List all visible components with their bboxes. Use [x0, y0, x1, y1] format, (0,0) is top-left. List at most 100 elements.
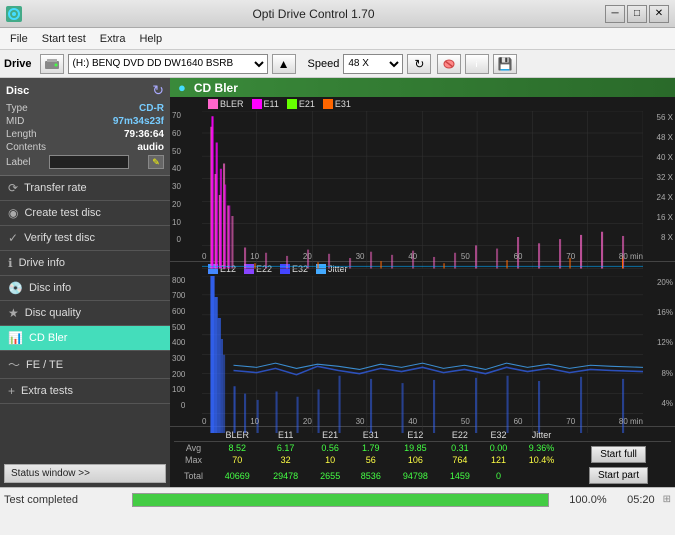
top-chart-svg — [202, 111, 643, 269]
y-top-70: 70 — [172, 111, 181, 120]
total-e12: 94798 — [391, 466, 439, 485]
progress-percentage: 100.0% — [557, 494, 607, 506]
save-button[interactable]: 💾 — [493, 54, 517, 74]
avg-e21: 0.56 — [310, 442, 351, 455]
sidebar-item-disc-quality-label: Disc quality — [25, 307, 81, 319]
status-window-button[interactable]: Status window >> — [4, 464, 166, 483]
sidebar-item-transfer-rate-label: Transfer rate — [24, 182, 87, 194]
y-right-8x: 8 X — [657, 233, 673, 242]
legend-e21: E21 — [287, 99, 315, 109]
sidebar: Disc ↻ Type CD-R MID 97m34s23f Length 79… — [0, 78, 170, 487]
total-jitter — [517, 466, 566, 485]
eject-button[interactable]: ▲ — [272, 54, 296, 74]
x-top-80: 80 min — [619, 252, 643, 261]
app-icon — [6, 6, 22, 22]
sidebar-item-verify-test-disc[interactable]: ✓ Verify test disc — [0, 226, 170, 251]
disc-refresh-icon[interactable]: ↻ — [152, 82, 164, 99]
y-top-10: 10 — [172, 218, 181, 227]
stats-row-avg: Avg 8.52 6.17 0.56 1.79 19.85 0.31 0.00 … — [174, 442, 671, 455]
y-bot-700: 700 — [172, 291, 185, 300]
menu-extra[interactable]: Extra — [94, 32, 132, 46]
disc-label-label: Label — [6, 157, 30, 168]
sidebar-item-extra-tests[interactable]: + Extra tests — [0, 379, 170, 404]
avg-e11: 6.17 — [261, 442, 309, 455]
disc-label-input[interactable] — [49, 155, 129, 169]
legend-e11-label: E11 — [264, 99, 279, 109]
sidebar-item-drive-info[interactable]: ℹ Drive info — [0, 251, 170, 276]
statusbar: Test completed 100.0% 05:20 ⊞ — [0, 487, 675, 511]
y-right-16x: 16 X — [657, 213, 673, 222]
cd-bler-icon: 📊 — [8, 331, 23, 345]
x-bot-60: 60 — [514, 417, 523, 426]
start-full-button[interactable]: Start full — [591, 446, 646, 463]
erase-button[interactable] — [437, 54, 461, 74]
legend-e31-label: E31 — [335, 99, 351, 109]
x-bot-50: 50 — [461, 417, 470, 426]
sidebar-item-verify-test-disc-label: Verify test disc — [24, 232, 95, 244]
chart-header: ● CD Bler — [170, 78, 675, 97]
avg-e12: 19.85 — [391, 442, 439, 455]
sidebar-item-cd-bler[interactable]: 📊 CD Bler — [0, 326, 170, 351]
disc-panel-title: Disc — [6, 85, 29, 97]
menu-help[interactable]: Help — [133, 32, 168, 46]
window-controls: ─ □ ✕ — [605, 5, 669, 23]
max-e12: 106 — [391, 454, 439, 466]
max-e21: 10 — [310, 454, 351, 466]
sidebar-item-fe-te[interactable]: 〜 FE / TE — [0, 351, 170, 379]
y-right-32x: 32 X — [657, 173, 673, 182]
sidebar-item-create-test-disc[interactable]: ◉ Create test disc — [0, 201, 170, 226]
total-e32: 0 — [480, 466, 517, 485]
window-title: Opti Drive Control 1.70 — [22, 7, 605, 21]
titlebar: Opti Drive Control 1.70 ─ □ ✕ — [0, 0, 675, 28]
x-top-20: 20 — [303, 252, 312, 261]
disc-contents-label: Contents — [6, 142, 46, 153]
svg-text:i: i — [476, 62, 478, 69]
y-right-16pct: 16% — [657, 308, 673, 317]
info-button[interactable]: i — [465, 54, 489, 74]
max-label: Max — [174, 454, 213, 466]
status-text: Test completed — [4, 494, 124, 506]
avg-e22: 0.31 — [440, 442, 481, 455]
x-top-40: 40 — [408, 252, 417, 261]
avg-jitter: 9.36% — [517, 442, 566, 455]
max-e22: 764 — [440, 454, 481, 466]
chart-title: CD Bler — [194, 81, 238, 95]
speed-select[interactable]: 48 X — [343, 54, 403, 74]
disc-mid-label: MID — [6, 116, 24, 127]
sidebar-item-transfer-rate[interactable]: ⟳ Transfer rate — [0, 176, 170, 201]
x-top-70: 70 — [566, 252, 575, 261]
legend-e31-color — [323, 99, 333, 109]
menu-start-test[interactable]: Start test — [36, 32, 92, 46]
total-e22: 1459 — [440, 466, 481, 485]
disc-type-label: Type — [6, 103, 28, 114]
x-bot-70: 70 — [566, 417, 575, 426]
y-bot-0: 0 — [172, 401, 185, 410]
bottom-chart-svg — [202, 276, 643, 434]
sidebar-item-extra-tests-label: Extra tests — [21, 385, 73, 397]
y-right-12pct: 12% — [657, 338, 673, 347]
menu-file[interactable]: File — [4, 32, 34, 46]
minimize-button[interactable]: ─ — [605, 5, 625, 23]
y-bot-200: 200 — [172, 370, 185, 379]
disc-label-edit-icon[interactable]: ✎ — [148, 155, 164, 169]
avg-e31: 1.79 — [351, 442, 392, 455]
maximize-button[interactable]: □ — [627, 5, 647, 23]
close-button[interactable]: ✕ — [649, 5, 669, 23]
resize-handle[interactable]: ⊞ — [663, 494, 671, 505]
x-top-0: 0 — [202, 252, 206, 261]
legend-e31: E31 — [323, 99, 351, 109]
speed-refresh-button[interactable]: ↻ — [407, 54, 431, 74]
y-right-40x: 40 X — [657, 153, 673, 162]
y-right-8pct: 8% — [657, 369, 673, 378]
disc-info-icon: 💿 — [8, 281, 23, 295]
chart-top: 70 60 50 40 30 20 10 0 — [170, 111, 675, 262]
y-bot-800: 800 — [172, 276, 185, 285]
max-jitter: 10.4% — [517, 454, 566, 466]
sidebar-item-disc-quality[interactable]: ★ Disc quality — [0, 301, 170, 326]
sidebar-item-disc-info[interactable]: 💿 Disc info — [0, 276, 170, 301]
disc-quality-icon: ★ — [8, 306, 19, 320]
stats-table: BLER E11 E21 E31 E12 E22 E32 Jitter Avg — [174, 429, 671, 485]
start-part-button[interactable]: Start part — [589, 467, 648, 484]
total-e11: 29478 — [261, 466, 309, 485]
drive-select[interactable]: (H:) BENQ DVD DD DW1640 BSRB — [68, 54, 268, 74]
